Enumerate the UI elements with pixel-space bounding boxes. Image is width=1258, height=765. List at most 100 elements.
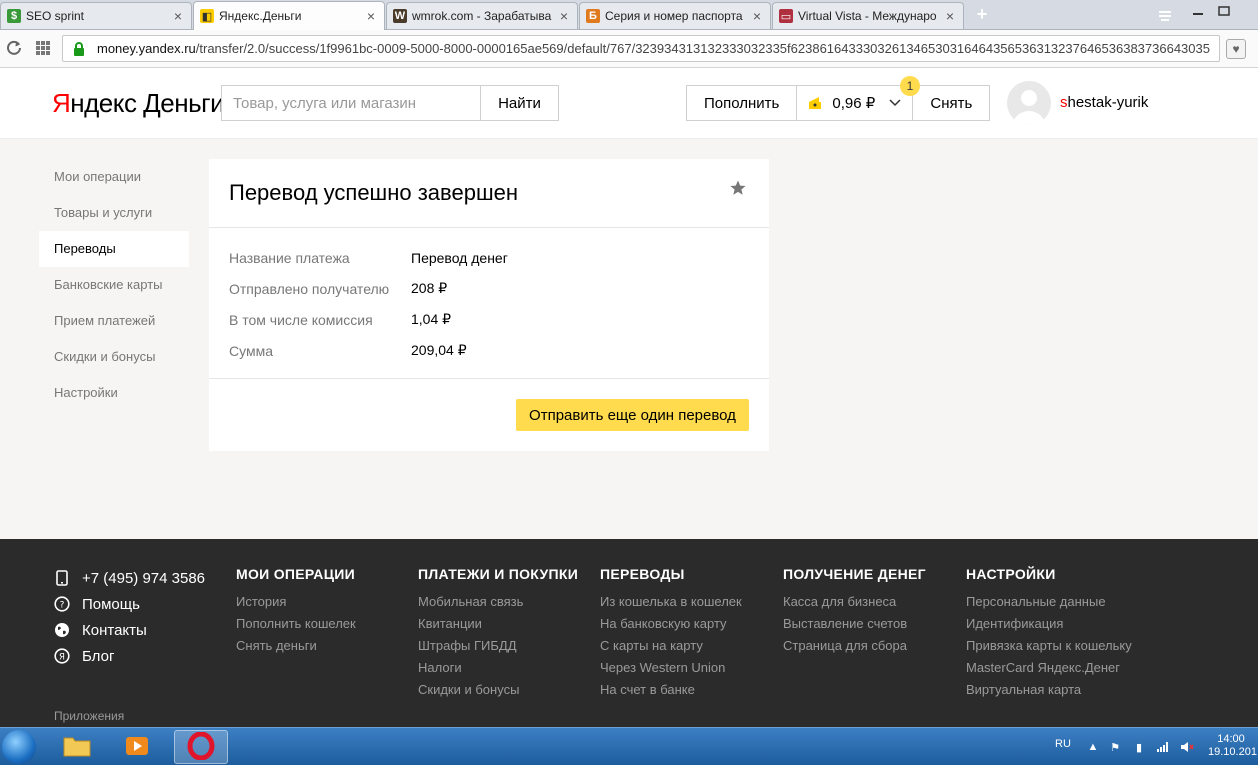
close-icon[interactable]: × (364, 8, 378, 24)
menu-icon[interactable] (1154, 5, 1176, 27)
blog-icon: Я (54, 648, 70, 664)
transfer-success-card: Перевод успешно завершен Название платеж… (209, 159, 769, 451)
notification-badge[interactable]: 1 (900, 76, 920, 96)
send-another-transfer-button[interactable]: Отправить еще один перевод (516, 399, 749, 431)
back-icon[interactable] (6, 39, 22, 60)
sidebar-item-payments-acceptance[interactable]: Прием платежей (39, 303, 189, 339)
sidebar-item-settings[interactable]: Настройки (39, 375, 189, 411)
sidebar-item-operations[interactable]: Мои операции (39, 159, 189, 195)
close-icon[interactable]: × (171, 8, 185, 24)
username[interactable]: shestak-yurik (1060, 94, 1148, 111)
url-field[interactable]: money.yandex.ru/transfer/2.0/success/1f9… (62, 35, 1220, 62)
browser-tab-strip: $ SEO sprint × ◧ Яндекс.Деньги × W wmrok… (0, 0, 1258, 30)
avatar[interactable] (1007, 81, 1051, 125)
close-icon[interactable]: × (557, 8, 571, 24)
svg-text:?: ? (60, 601, 65, 611)
footer-link[interactable]: Налоги (418, 657, 578, 679)
footer-link[interactable]: Выставление счетов (783, 613, 926, 635)
footer-link[interactable]: Мобильная связь (418, 591, 578, 613)
apps-grid-icon[interactable] (36, 41, 50, 55)
topup-button[interactable]: Пополнить (687, 86, 798, 120)
sidebar-item-goods[interactable]: Товары и услуги (39, 195, 189, 231)
sidebar-item-bank-cards[interactable]: Банковские карты (39, 267, 189, 303)
footer-link[interactable]: Касса для бизнеса (783, 591, 926, 613)
volume-icon[interactable] (1180, 740, 1194, 754)
footer-contacts: +7 (495) 974 3586 ? Помощь Контакты Я Бл… (54, 565, 205, 669)
footer-column-title: ПЕРЕВОДЫ (600, 566, 685, 582)
footer-phone[interactable]: +7 (495) 974 3586 (54, 565, 205, 591)
tab-yandex-money[interactable]: ◧ Яндекс.Деньги × (193, 1, 385, 30)
heart-icon[interactable]: ♥ (1226, 39, 1246, 59)
footer-link[interactable]: Пополнить кошелек (236, 613, 356, 635)
footer-link[interactable]: Страница для сбора (783, 635, 926, 657)
footer-column-transfers: ПЕРЕВОДЫ Из кошелька в кошелек На банков… (600, 566, 742, 701)
contact-label: Помощь (82, 595, 140, 613)
tab-label: Серия и номер паспорта (605, 9, 743, 23)
search-input[interactable] (221, 85, 481, 121)
close-icon[interactable]: × (750, 8, 764, 24)
help-icon: ? (54, 596, 70, 612)
footer-link[interactable]: Из кошелька в кошелек (600, 591, 742, 613)
contact-label: Контакты (82, 621, 147, 639)
star-icon[interactable] (729, 179, 747, 197)
footer-link[interactable]: На банковскую карту (600, 613, 742, 635)
wallet-icon (807, 95, 823, 111)
footer-column-title: ПОЛУЧЕНИЕ ДЕНЕГ (783, 566, 926, 582)
search-button[interactable]: Найти (480, 85, 559, 121)
contact-label: +7 (495) 974 3586 (82, 569, 206, 587)
explorer-taskbar-button[interactable] (50, 730, 104, 764)
phone-icon (54, 570, 70, 586)
sidebar-item-discounts[interactable]: Скидки и бонусы (39, 339, 189, 375)
minimize-icon[interactable] (1186, 0, 1210, 22)
footer-link[interactable]: MasterCard Яндекс.Денег (966, 657, 1132, 679)
footer-link[interactable]: Виртуальная карта (966, 679, 1132, 701)
tab-label: wmrok.com - Зарабатыва (412, 9, 552, 23)
footer-link[interactable]: Штрафы ГИБДД (418, 635, 578, 657)
maximize-icon[interactable] (1212, 0, 1236, 22)
footer-column-receiving: ПОЛУЧЕНИЕ ДЕНЕГ Касса для бизнеса Выстав… (783, 566, 926, 657)
footer-link[interactable]: На счет в банке (600, 679, 742, 701)
tray-arrow-icon[interactable]: ▲ (1086, 740, 1100, 754)
network-icon[interactable] (1156, 740, 1170, 754)
tab-seo-sprint[interactable]: $ SEO sprint × (0, 2, 192, 29)
footer-blog[interactable]: Я Блог (54, 643, 205, 669)
detail-label: Отправлено получателю (229, 280, 390, 297)
footer-link[interactable]: С карты на карту (600, 635, 742, 657)
sidebar-item-transfers[interactable]: Переводы (39, 231, 189, 267)
detail-value: Перевод денег (411, 249, 508, 266)
language-indicator[interactable]: RU (1055, 738, 1071, 750)
footer-link[interactable]: Скидки и бонусы (418, 679, 578, 701)
usb-icon[interactable]: ▮ (1132, 740, 1146, 754)
logo[interactable]: Яндекс Деньги (52, 88, 225, 119)
globe-icon (54, 622, 70, 638)
footer-apps-label[interactable]: Приложения (54, 709, 124, 723)
wallet-controls: Пополнить 0,96 ₽ Снять (686, 85, 991, 121)
footer-contacts-link[interactable]: Контакты (54, 617, 205, 643)
opera-taskbar-button[interactable] (174, 730, 228, 764)
tab-passport[interactable]: Б Серия и номер паспорта × (579, 2, 771, 29)
close-icon[interactable]: × (943, 8, 957, 24)
detail-label: Сумма (229, 342, 273, 359)
footer-help[interactable]: ? Помощь (54, 591, 205, 617)
footer-link[interactable]: Через Western Union (600, 657, 742, 679)
footer-link[interactable]: Привязка карты к кошельку (966, 635, 1132, 657)
tab-wmrok[interactable]: W wmrok.com - Зарабатыва × (386, 2, 578, 29)
footer-column-title: МОИ ОПЕРАЦИИ (236, 566, 355, 582)
footer-column-title: НАСТРОЙКИ (966, 566, 1056, 582)
tab-virtual-vista[interactable]: ▭ Virtual Vista - Междунаро × (772, 2, 964, 29)
footer-link[interactable]: История (236, 591, 356, 613)
withdraw-button[interactable]: Снять (913, 86, 989, 120)
footer-link[interactable]: Снять деньги (236, 635, 356, 657)
media-player-taskbar-button[interactable] (110, 730, 164, 764)
system-clock[interactable]: 14:00 19.10.201 (1208, 733, 1257, 759)
start-button[interactable] (2, 730, 36, 764)
footer-column-settings: НАСТРОЙКИ Персональные данные Идентифика… (966, 566, 1132, 701)
new-tab-button[interactable]: + (972, 4, 992, 24)
footer-link[interactable]: Персональные данные (966, 591, 1132, 613)
balance-dropdown[interactable]: 0,96 ₽ (797, 86, 914, 120)
footer-link[interactable]: Квитанции (418, 613, 578, 635)
opera-icon (187, 731, 215, 763)
contact-label: Блог (82, 647, 115, 665)
footer-link[interactable]: Идентификация (966, 613, 1132, 635)
flag-icon[interactable]: ⚑ (1108, 740, 1122, 754)
